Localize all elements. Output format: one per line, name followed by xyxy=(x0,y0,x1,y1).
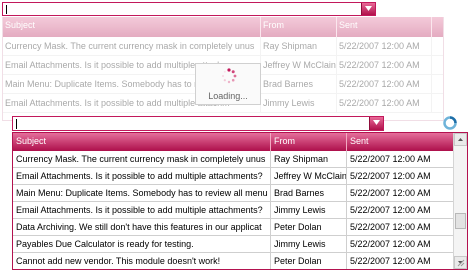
cell-from: Ray Shipman xyxy=(261,37,337,55)
cell-from: Jimmy Lewis xyxy=(261,94,337,112)
top-dropdown-button[interactable] xyxy=(361,3,375,15)
cell-subject: Data Archiving. We still don't have this… xyxy=(13,219,271,235)
cell-from: Peter Dolan xyxy=(271,253,347,269)
table-row[interactable]: Cannot add new vendor. This module doesn… xyxy=(13,253,454,269)
cell-from: Ray Shipman xyxy=(271,151,347,167)
loading-panel: Loading... xyxy=(195,63,261,105)
vertical-scrollbar[interactable] xyxy=(453,133,467,269)
spinner-icon xyxy=(222,68,237,84)
dropdown-button[interactable] xyxy=(369,117,383,130)
top-col-subject[interactable]: Subject xyxy=(3,17,261,37)
cell-sent: 5/22/2007 12:00 AM xyxy=(337,94,432,112)
resize-grip-icon[interactable] xyxy=(457,259,465,267)
cell-sent: 5/22/2007 12:00 AM xyxy=(347,253,454,269)
cell-subject: Currency Mask. The current currency mask… xyxy=(3,37,261,55)
scroll-up-button[interactable] xyxy=(454,133,467,146)
chevron-down-icon xyxy=(373,120,380,125)
table-row[interactable]: Email Attachments. Is it possible to add… xyxy=(13,168,454,185)
cell-from: Brad Barnes xyxy=(271,185,347,201)
cell-sent: 5/22/2007 12:00 AM xyxy=(337,75,432,93)
col-sent[interactable]: Sent xyxy=(347,133,454,151)
cell-sent: 5/22/2007 12:00 AM xyxy=(347,185,454,201)
cell-sent: 5/22/2007 12:00 AM xyxy=(347,219,454,235)
cell-from: Brad Barnes xyxy=(261,75,337,93)
table-row[interactable]: Main Menu: Duplicate Items. Somebody has… xyxy=(13,185,454,202)
chevron-down-icon xyxy=(365,6,372,11)
loading-ring-icon xyxy=(443,116,457,130)
cell-subject: Email Attachments. Is it possible to add… xyxy=(13,168,271,184)
cell-from: Jeffrey W McClain xyxy=(271,168,347,184)
loading-text: Loading... xyxy=(208,91,248,101)
cell-subject: Email Attachments. Is it possible to add… xyxy=(13,202,271,218)
text-caret xyxy=(6,5,7,14)
top-combo-input[interactable] xyxy=(2,2,376,16)
col-subject[interactable]: Subject xyxy=(13,133,271,151)
combo-input[interactable] xyxy=(12,116,384,131)
table-row[interactable]: Currency Mask. The current currency mask… xyxy=(3,37,443,56)
table-row[interactable]: Data Archiving. We still don't have this… xyxy=(13,219,454,236)
cell-from: Peter Dolan xyxy=(271,219,347,235)
cell-subject: Cannot add new vendor. This module doesn… xyxy=(13,253,271,269)
col-from[interactable]: From xyxy=(271,133,347,151)
arrow-up-icon xyxy=(458,138,463,141)
table-row[interactable]: Currency Mask. The current currency mask… xyxy=(13,151,454,168)
cell-sent: 5/22/2007 12:00 AM xyxy=(337,37,432,55)
cell-from: Jeffrey W McClain xyxy=(261,56,337,74)
cell-subject: Currency Mask. The current currency mask… xyxy=(13,151,271,167)
table-row[interactable]: Payables Due Calculator is ready for tes… xyxy=(13,236,454,253)
cell-sent: 5/22/2007 12:00 AM xyxy=(347,202,454,218)
cell-from: Jimmy Lewis xyxy=(271,236,347,252)
scroll-thumb[interactable] xyxy=(455,213,466,229)
top-grid-header: Subject From Sent xyxy=(3,17,443,37)
cell-subject: Payables Due Calculator is ready for tes… xyxy=(13,236,271,252)
cell-sent: 5/22/2007 12:00 AM xyxy=(347,151,454,167)
table-row[interactable]: Email Attachments. Is it possible to add… xyxy=(13,202,454,219)
text-caret xyxy=(16,119,17,129)
cell-sent: 5/22/2007 12:00 AM xyxy=(347,168,454,184)
top-col-from[interactable]: From xyxy=(261,17,337,37)
grid-header: Subject From Sent xyxy=(13,133,454,151)
cell-from: Jimmy Lewis xyxy=(271,202,347,218)
dropdown-grid: Subject From Sent Currency Mask. The cur… xyxy=(12,132,468,270)
cell-sent: 5/22/2007 12:00 AM xyxy=(337,56,432,74)
cell-subject: Main Menu: Duplicate Items. Somebody has… xyxy=(13,185,271,201)
top-col-sent[interactable]: Sent xyxy=(337,17,432,37)
cell-sent: 5/22/2007 12:00 AM xyxy=(347,236,454,252)
